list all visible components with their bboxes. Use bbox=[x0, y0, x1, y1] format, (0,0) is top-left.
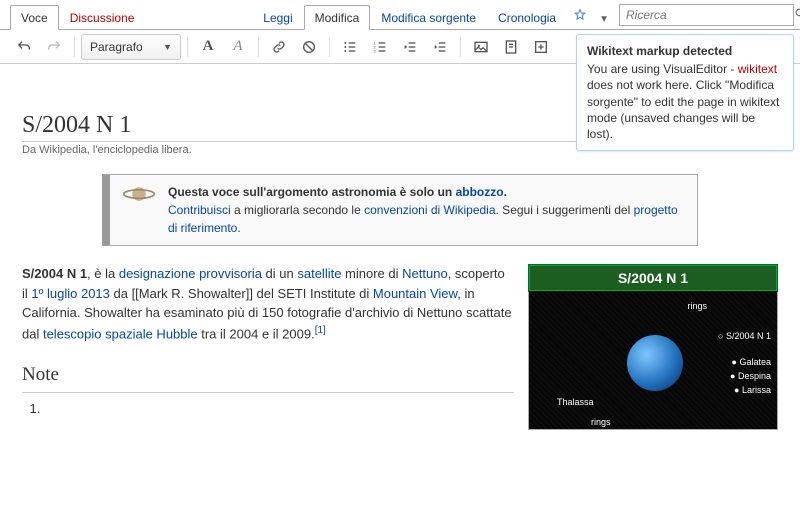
infobox-image: rings ○ S/2004 N 1 ● Galatea ● Despina ●… bbox=[529, 291, 777, 429]
number-list-button[interactable]: 123 bbox=[366, 34, 394, 60]
reference-item bbox=[44, 399, 514, 419]
link-designazione[interactable]: designazione provvisoria bbox=[119, 266, 262, 281]
tab-modifica-sorgente[interactable]: Modifica sorgente bbox=[370, 5, 487, 29]
tab-discussione[interactable]: Discussione bbox=[59, 5, 146, 29]
article-body: S/2004 N 1, è la designazione provvisori… bbox=[22, 264, 514, 418]
stub-notice: Questa voce sull'argomento astronomia è … bbox=[102, 174, 698, 246]
search-icon[interactable] bbox=[789, 7, 800, 23]
saturn-icon bbox=[122, 183, 156, 207]
tab-modifica[interactable]: Modifica bbox=[304, 5, 371, 30]
link-satellite[interactable]: satellite bbox=[297, 266, 341, 281]
link-hubble[interactable]: telescopio spaziale Hubble bbox=[43, 326, 198, 341]
wikitext-link[interactable]: wikitext bbox=[738, 62, 777, 76]
link-mountain-view[interactable]: Mountain View bbox=[373, 286, 457, 301]
top-tab-bar: Voce Discussione Leggi Modifica Modifica… bbox=[0, 0, 800, 30]
contribuisci-link[interactable]: Contribuisci bbox=[168, 203, 231, 217]
link-nettuno[interactable]: Nettuno bbox=[402, 266, 448, 281]
link-button[interactable] bbox=[265, 34, 293, 60]
link-year[interactable]: 2013 bbox=[81, 286, 110, 301]
references-list bbox=[44, 399, 514, 419]
tab-cronologia[interactable]: Cronologia bbox=[487, 5, 567, 29]
link-date[interactable]: 1º luglio bbox=[31, 286, 77, 301]
clear-format-button[interactable] bbox=[295, 34, 323, 60]
tab-leggi[interactable]: Leggi bbox=[252, 5, 303, 29]
format-dropdown[interactable]: Paragrafo ▼ bbox=[81, 34, 181, 60]
infobox-title: S/2004 N 1 bbox=[529, 265, 777, 291]
chevron-down-icon: ▼ bbox=[163, 42, 172, 52]
convenzioni-link[interactable]: convenzioni di Wikipedia bbox=[364, 203, 495, 217]
wikitext-warning-tooltip: Wikitext markup detected You are using V… bbox=[576, 34, 794, 151]
watch-star-icon[interactable] bbox=[567, 4, 593, 29]
indent-button[interactable] bbox=[426, 34, 454, 60]
section-note: Note bbox=[22, 361, 514, 393]
undo-button[interactable] bbox=[10, 34, 38, 60]
tooltip-title: Wikitext markup detected bbox=[587, 43, 783, 59]
outdent-button[interactable] bbox=[396, 34, 424, 60]
format-dropdown-label: Paragrafo bbox=[90, 40, 143, 54]
bold-button[interactable]: A bbox=[194, 34, 222, 60]
search-box bbox=[619, 4, 794, 26]
abbozzo-link[interactable]: abbozzo bbox=[456, 185, 504, 199]
tab-voce[interactable]: Voce bbox=[10, 5, 59, 30]
bullet-list-button[interactable] bbox=[336, 34, 364, 60]
more-dropdown-icon[interactable]: ▼ bbox=[593, 10, 615, 29]
more-button[interactable] bbox=[527, 34, 555, 60]
svg-text:3: 3 bbox=[373, 48, 376, 53]
reference-button[interactable] bbox=[497, 34, 525, 60]
ref-1[interactable]: [1] bbox=[315, 325, 326, 336]
search-input[interactable] bbox=[620, 6, 789, 24]
redo-button[interactable] bbox=[40, 34, 68, 60]
infobox: S/2004 N 1 rings ○ S/2004 N 1 ● Galatea … bbox=[528, 264, 778, 430]
image-button[interactable] bbox=[467, 34, 495, 60]
italic-button[interactable]: A bbox=[224, 34, 252, 60]
neptune-icon bbox=[627, 335, 683, 391]
